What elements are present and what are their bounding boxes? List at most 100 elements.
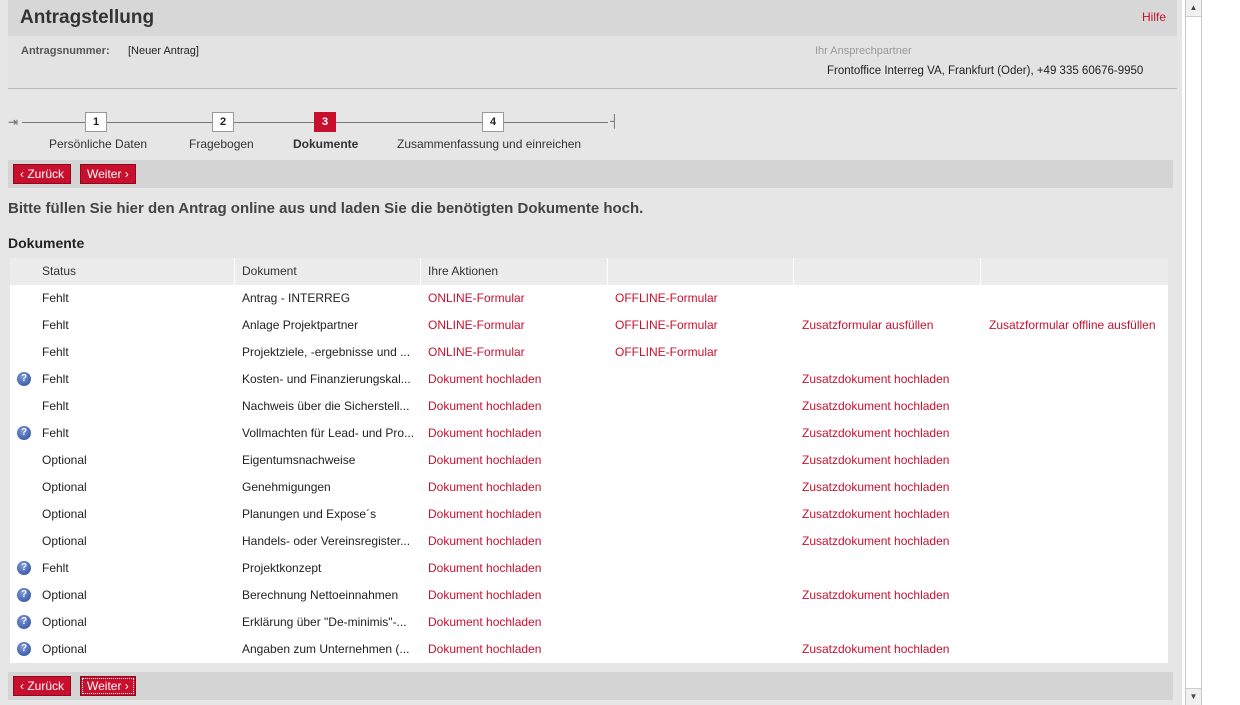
next-button-bottom[interactable]: Weiter › xyxy=(80,676,136,696)
row-additional-offline-link xyxy=(989,555,1167,582)
table-row: Optional Handels- oder Vereinsregister...… xyxy=(10,528,1168,555)
row-additional-offline-link xyxy=(989,582,1167,609)
row-additional-offline-link xyxy=(989,366,1167,393)
row-additional-offline-link xyxy=(989,609,1167,636)
table-row: ? Fehlt Kosten- und Finanzierungskal... Dok… xyxy=(10,366,1168,393)
row-primary-action-link[interactable]: Dokument hochladen xyxy=(428,609,608,636)
wizard-step-2-label[interactable]: Fragebogen xyxy=(189,137,254,151)
application-number-label: Antragsnummer: xyxy=(21,45,110,57)
table-row: ? Fehlt Projektkonzept Dokument hochladen xyxy=(10,555,1168,582)
wizard-steps: ⇥ ┤ 1 Persönliche Daten 2 Fragebogen 3 D… xyxy=(0,104,660,156)
title-bar: Antragstellung Hilfe xyxy=(8,0,1177,36)
row-additional-action-link[interactable]: Zusatzdokument hochladen xyxy=(802,447,982,474)
info-question-icon[interactable]: ? xyxy=(17,561,31,575)
wizard-step-3-label[interactable]: Dokumente xyxy=(293,137,358,151)
row-additional-action-link[interactable]: Zusatzdokument hochladen xyxy=(802,501,982,528)
row-additional-offline-link xyxy=(989,501,1167,528)
documents-table: Status Dokument Ihre Aktionen Fehlt Antra… xyxy=(10,258,1168,663)
info-question-icon[interactable]: ? xyxy=(17,642,31,656)
row-document-name: Planungen und Expose´s xyxy=(242,507,377,521)
column-separator xyxy=(793,258,794,285)
row-additional-action-link xyxy=(802,609,982,636)
info-question-icon[interactable]: ? xyxy=(17,615,31,629)
row-additional-offline-link[interactable]: Zusatzformular offline ausfüllen xyxy=(989,312,1167,339)
row-primary-action-link[interactable]: Dokument hochladen xyxy=(428,447,608,474)
row-primary-action-link[interactable]: ONLINE-Formular xyxy=(428,312,608,339)
row-primary-action-link[interactable]: ONLINE-Formular xyxy=(428,339,608,366)
row-offline-action-link xyxy=(615,474,795,501)
row-offline-action-link xyxy=(615,501,795,528)
wizard-step-3-number[interactable]: 3 xyxy=(314,112,336,132)
next-button-top[interactable]: Weiter › xyxy=(80,164,136,184)
column-separator xyxy=(980,258,981,285)
row-additional-action-link[interactable]: Zusatzdokument hochladen xyxy=(802,636,982,663)
row-status: Optional xyxy=(42,588,87,602)
wizard-start-icon: ⇥ xyxy=(8,115,19,129)
row-document-name: Nachweis über die Sicherstell... xyxy=(242,399,410,413)
info-question-icon[interactable]: ? xyxy=(17,588,31,602)
row-offline-action-link[interactable]: OFFLINE-Formular xyxy=(615,339,795,366)
table-row: Optional Planungen und Expose´s Dokument h… xyxy=(10,501,1168,528)
row-offline-action-link xyxy=(615,393,795,420)
row-primary-action-link[interactable]: Dokument hochladen xyxy=(428,528,608,555)
table-row: Fehlt Projektziele, -ergebnisse und ... ON… xyxy=(10,339,1168,366)
row-document-name: Vollmachten für Lead- und Pro... xyxy=(242,426,415,440)
row-additional-offline-link xyxy=(989,420,1167,447)
row-primary-action-link[interactable]: Dokument hochladen xyxy=(428,420,608,447)
row-status: Optional xyxy=(42,507,87,521)
application-page: Antragstellung Hilfe Antragsnummer: [Neu… xyxy=(0,0,1182,705)
row-status: Optional xyxy=(42,480,87,494)
wizard-step-4-label[interactable]: Zusammenfassung und einreichen xyxy=(397,137,581,151)
column-header-actions: Ihre Aktionen xyxy=(428,264,499,278)
scroll-down-arrow-icon[interactable]: ▼ xyxy=(1186,688,1201,705)
scroll-up-arrow-icon[interactable]: ▲ xyxy=(1186,0,1201,17)
row-additional-action-link[interactable]: Zusatzformular ausfüllen xyxy=(802,312,982,339)
row-status: Fehlt xyxy=(42,561,69,575)
wizard-step-1-label[interactable]: Persönliche Daten xyxy=(49,137,147,151)
row-additional-offline-link xyxy=(989,474,1167,501)
table-row: Fehlt Antrag - INTERREG ONLINE-Formular OFF… xyxy=(10,285,1168,312)
row-offline-action-link xyxy=(615,636,795,663)
wizard-step-1-number[interactable]: 1 xyxy=(85,112,107,132)
row-offline-action-link xyxy=(615,609,795,636)
contact-value: Frontoffice Interreg VA, Frankfurt (Oder… xyxy=(827,65,1144,77)
table-header: Status Dokument Ihre Aktionen xyxy=(10,258,1168,285)
row-additional-action-link[interactable]: Zusatzdokument hochladen xyxy=(802,474,982,501)
row-offline-action-link[interactable]: OFFLINE-Formular xyxy=(615,312,795,339)
row-primary-action-link[interactable]: Dokument hochladen xyxy=(428,474,608,501)
row-status: Optional xyxy=(42,534,87,548)
row-additional-action-link[interactable]: Zusatzdokument hochladen xyxy=(802,393,982,420)
row-primary-action-link[interactable]: Dokument hochladen xyxy=(428,501,608,528)
help-link[interactable]: Hilfe xyxy=(1142,10,1166,24)
row-status: Fehlt xyxy=(42,291,69,305)
row-document-name: Angaben zum Unternehmen (... xyxy=(242,642,410,656)
row-additional-action-link[interactable]: Zusatzdokument hochladen xyxy=(802,366,982,393)
row-document-name: Eigentumsnachweise xyxy=(242,453,356,467)
table-row: ? Optional Berechnung Nettoeinnahmen Dokume… xyxy=(10,582,1168,609)
info-question-icon[interactable]: ? xyxy=(17,426,31,440)
row-primary-action-link[interactable]: Dokument hochladen xyxy=(428,366,608,393)
back-button-bottom[interactable]: ‹ Zurück xyxy=(13,676,72,696)
row-additional-action-link[interactable]: Zusatzdokument hochladen xyxy=(802,420,982,447)
wizard-step-4-number[interactable]: 4 xyxy=(482,112,504,132)
row-primary-action-link[interactable]: Dokument hochladen xyxy=(428,582,608,609)
row-primary-action-link[interactable]: ONLINE-Formular xyxy=(428,285,608,312)
row-additional-offline-link xyxy=(989,339,1167,366)
row-offline-action-link[interactable]: OFFLINE-Formular xyxy=(615,285,795,312)
back-button-top[interactable]: ‹ Zurück xyxy=(13,164,72,184)
row-document-name: Handels- oder Vereinsregister... xyxy=(242,534,411,548)
row-offline-action-link xyxy=(615,420,795,447)
row-primary-action-link[interactable]: Dokument hochladen xyxy=(428,393,608,420)
table-row: Optional Genehmigungen Dokument hochladen Z… xyxy=(10,474,1168,501)
row-additional-action-link[interactable]: Zusatzdokument hochladen xyxy=(802,528,982,555)
row-primary-action-link[interactable]: Dokument hochladen xyxy=(428,555,608,582)
row-primary-action-link[interactable]: Dokument hochladen xyxy=(428,636,608,663)
row-status: Fehlt xyxy=(42,345,69,359)
instruction-text: Bitte füllen Sie hier den Antrag online … xyxy=(8,200,644,217)
wizard-step-2-number[interactable]: 2 xyxy=(212,112,234,132)
documents-section-title: Dokumente xyxy=(8,235,85,251)
table-row: ? Optional Angaben zum Unternehmen (... Dok… xyxy=(10,636,1168,663)
vertical-scrollbar[interactable]: ▲ ▼ xyxy=(1185,0,1202,705)
row-additional-action-link[interactable]: Zusatzdokument hochladen xyxy=(802,582,982,609)
info-question-icon[interactable]: ? xyxy=(17,372,31,386)
